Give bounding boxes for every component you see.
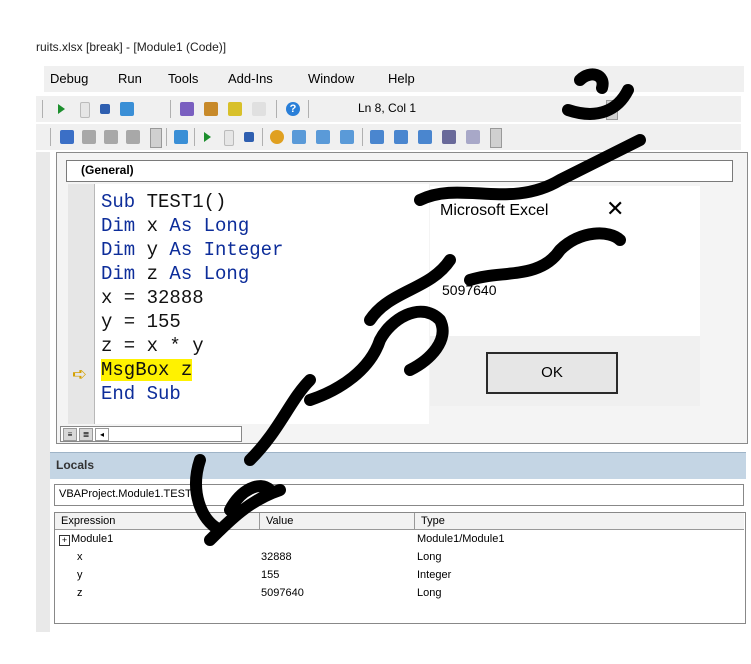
reset-icon[interactable]: [244, 132, 254, 142]
edit-toolbar: [36, 124, 741, 150]
help-icon[interactable]: ?: [286, 102, 300, 116]
object-browser-icon[interactable]: [228, 102, 242, 116]
reset-icon[interactable]: [100, 104, 110, 114]
menu-bar: Debug Run Tools Add-Ins Window Help: [44, 66, 744, 92]
call-stack-icon[interactable]: [466, 130, 480, 144]
design-mode-icon[interactable]: [174, 130, 188, 144]
code-line[interactable]: x = 32888: [101, 286, 204, 310]
close-icon[interactable]: ✕: [606, 196, 624, 222]
code-line[interactable]: Dim x As Long: [101, 214, 249, 238]
step-out-icon[interactable]: [340, 130, 354, 144]
left-dock-strip: [36, 152, 50, 632]
locals-value[interactable]: 155: [261, 569, 279, 581]
parameter-info-icon[interactable]: [126, 130, 140, 144]
watch-window-icon[interactable]: [418, 130, 432, 144]
toolbar-options-button[interactable]: [150, 128, 162, 148]
toolbar-separator: [42, 100, 43, 118]
step-over-icon[interactable]: [316, 130, 330, 144]
locals-type: Module1/Module1: [417, 533, 505, 545]
menu-addins[interactable]: Add-Ins: [228, 71, 273, 86]
full-module-view-icon[interactable]: ≣: [79, 428, 93, 441]
code-line[interactable]: Dim y As Integer: [101, 238, 283, 262]
object-dropdown[interactable]: (General): [66, 160, 733, 182]
toolbox-icon[interactable]: [252, 102, 266, 116]
toolbar-separator: [276, 100, 277, 118]
list-constants-icon[interactable]: [82, 130, 96, 144]
locals-type: Long: [417, 587, 442, 599]
window-title: ruits.xlsx [break] - [Module1 (Code)]: [36, 40, 227, 54]
project-explorer-icon[interactable]: [180, 102, 194, 116]
code-editor[interactable]: Sub TEST1() Dim x As Long Dim y As Integ…: [95, 184, 429, 424]
toolbar-separator: [362, 128, 363, 146]
locals-type: Integer: [417, 569, 452, 581]
step-into-icon[interactable]: [292, 130, 306, 144]
toolbar-separator: [170, 100, 171, 118]
column-header-expression[interactable]: Expression: [55, 513, 260, 530]
code-line[interactable]: End Sub: [101, 382, 181, 406]
code-margin[interactable]: [68, 184, 95, 424]
break-icon[interactable]: [224, 130, 234, 146]
msgbox-title: Microsoft Excel: [440, 202, 549, 219]
toolbar-separator: [50, 128, 51, 146]
execution-pointer-icon: ➪: [72, 364, 88, 384]
code-line[interactable]: Sub TEST1(): [101, 190, 226, 214]
run-icon[interactable]: [204, 132, 211, 142]
scroll-left-icon[interactable]: ◂: [95, 428, 109, 441]
run-icon[interactable]: [58, 104, 65, 114]
menu-help[interactable]: Help: [388, 71, 415, 86]
menu-run[interactable]: Run: [118, 71, 142, 86]
locals-expression[interactable]: y: [77, 569, 83, 581]
code-line[interactable]: y = 155: [101, 310, 181, 334]
quick-watch-icon[interactable]: [442, 130, 456, 144]
properties-icon[interactable]: [204, 102, 218, 116]
ok-button[interactable]: OK: [486, 352, 618, 394]
horizontal-scrollbar[interactable]: ≡ ≣ ◂: [60, 426, 242, 442]
expand-icon[interactable]: +: [59, 535, 70, 546]
locals-value[interactable]: 32888: [261, 551, 292, 563]
procedure-view-icon[interactable]: ≡: [63, 428, 77, 441]
immediate-window-icon[interactable]: [394, 130, 408, 144]
locals-value[interactable]: 5097640: [261, 587, 304, 599]
column-header-value[interactable]: Value: [260, 513, 415, 530]
locals-grid: Expression Value Type + Module1 Module1/…: [54, 512, 746, 624]
design-mode-icon[interactable]: [120, 102, 134, 116]
locals-expression[interactable]: x: [77, 551, 83, 563]
current-execution-line[interactable]: MsgBox z: [101, 358, 193, 382]
toolbar-separator: [262, 128, 263, 146]
locals-window-icon[interactable]: [370, 130, 384, 144]
locals-window-titlebar[interactable]: Locals: [50, 452, 746, 479]
cursor-position: Ln 8, Col 1: [358, 101, 417, 115]
list-properties-icon[interactable]: [60, 130, 74, 144]
column-header-type[interactable]: Type: [415, 513, 744, 530]
toolbar-separator: [194, 128, 195, 146]
toolbar-separator: [166, 128, 167, 146]
toolbar-options-button[interactable]: [490, 128, 502, 148]
locals-type: Long: [417, 551, 442, 563]
toggle-breakpoint-icon[interactable]: [270, 130, 284, 144]
quick-info-icon[interactable]: [104, 130, 118, 144]
standard-toolbar: ? Ln 8, Col 1: [36, 96, 741, 122]
menu-window[interactable]: Window: [308, 71, 354, 86]
break-icon[interactable]: [80, 102, 90, 118]
menu-tools[interactable]: Tools: [168, 71, 198, 86]
msgbox-message: 5097640: [442, 282, 497, 298]
locals-context[interactable]: VBAProject.Module1.TEST1: [54, 484, 744, 506]
toolbar-options-button[interactable]: [606, 100, 618, 120]
locals-expression[interactable]: Module1: [71, 533, 113, 545]
code-line[interactable]: z = x * y: [101, 334, 204, 358]
menu-debug[interactable]: Debug: [50, 71, 88, 86]
locals-expression[interactable]: z: [77, 587, 83, 599]
code-line[interactable]: Dim z As Long: [101, 262, 249, 286]
toolbar-separator: [308, 100, 309, 118]
